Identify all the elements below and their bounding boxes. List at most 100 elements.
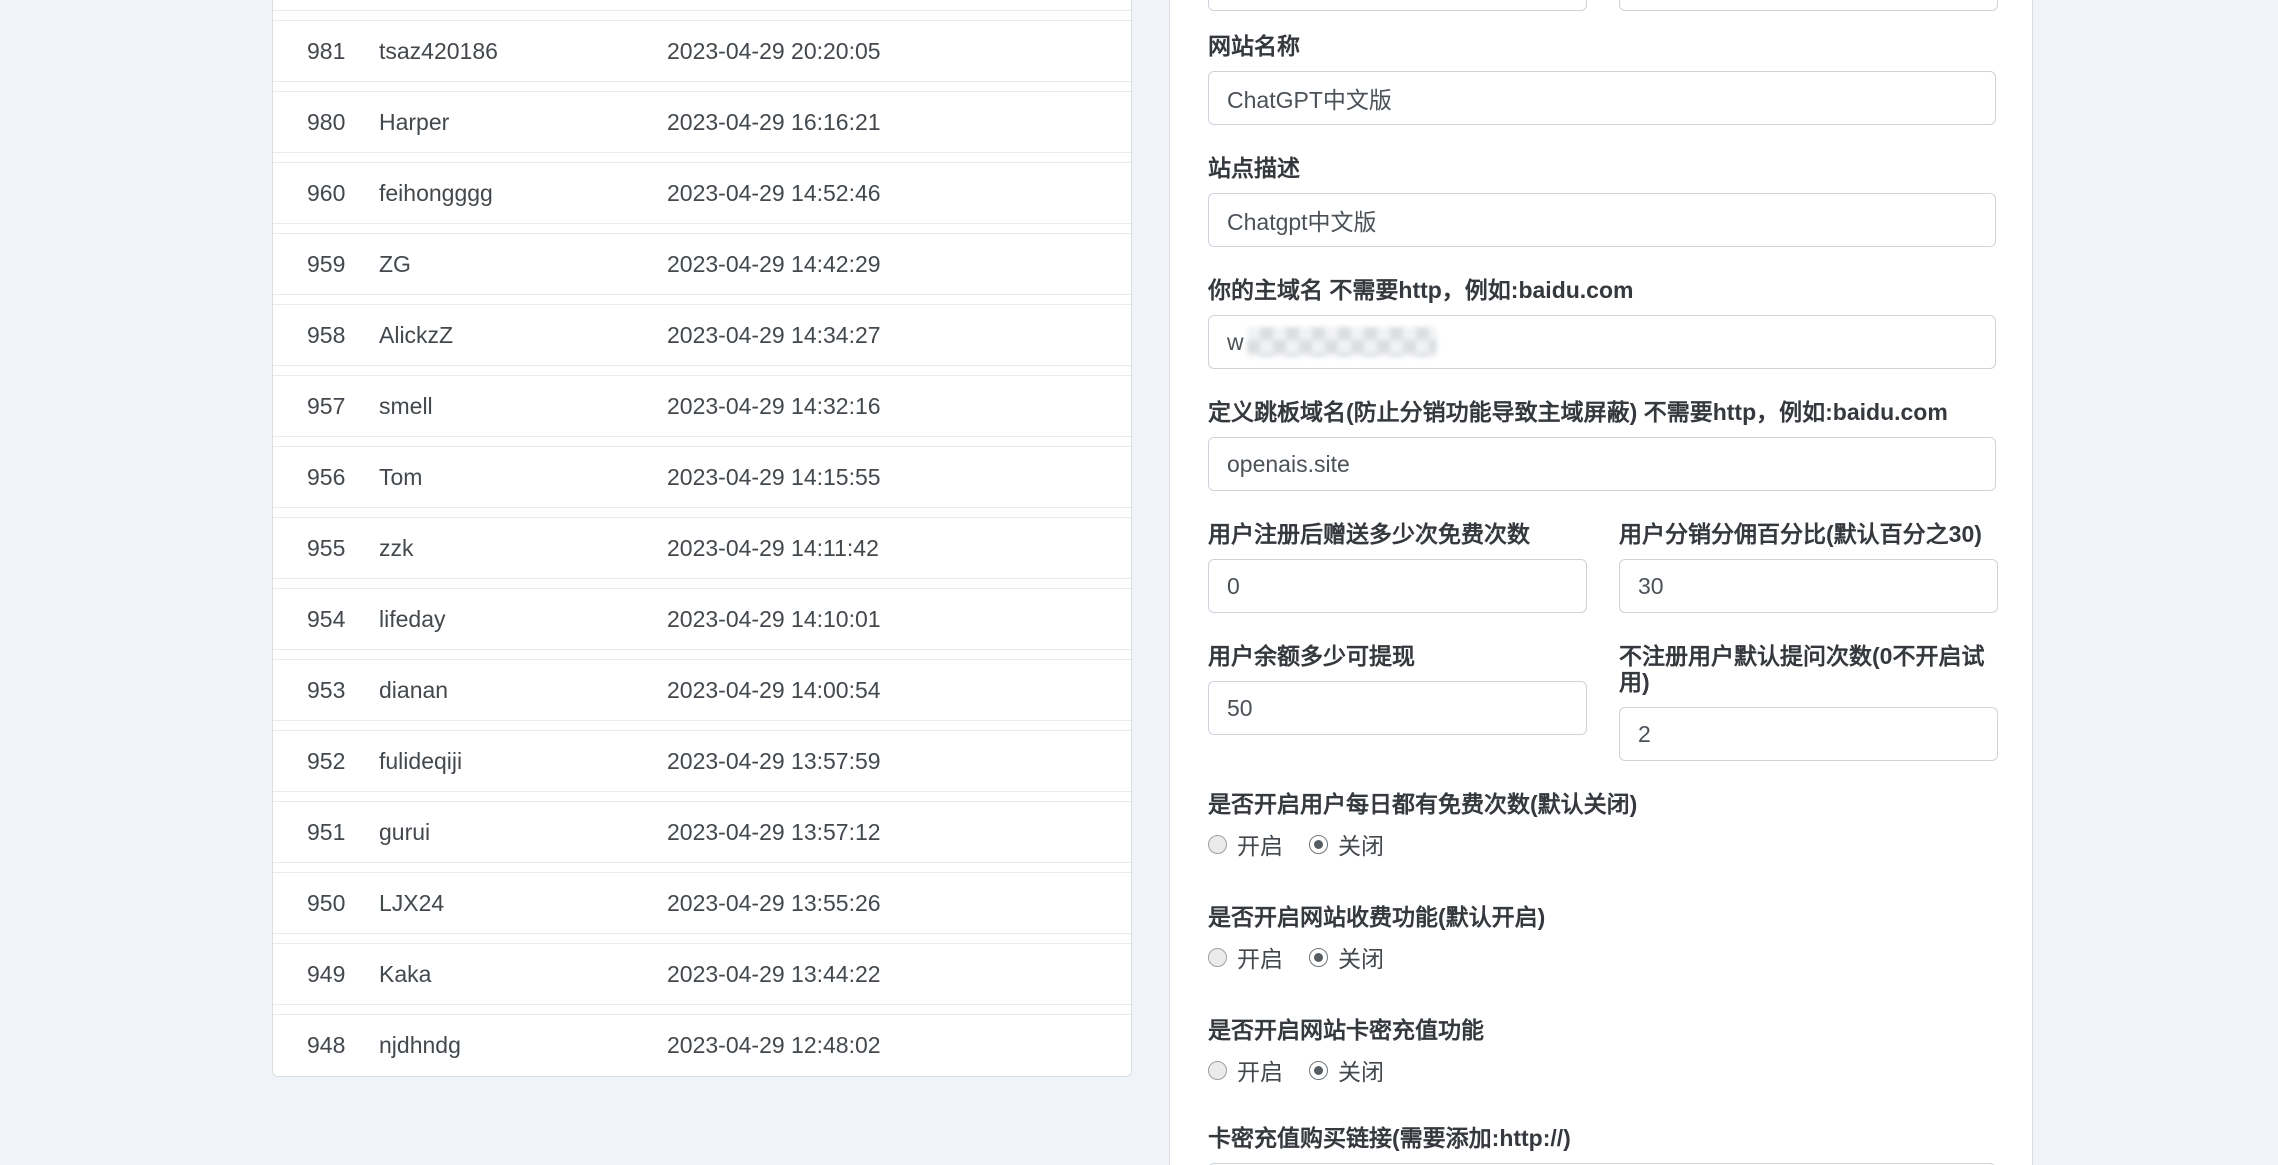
register-time-cell: 2023-04-29 14:10:01 (667, 606, 1131, 633)
site-desc-input[interactable] (1208, 193, 1996, 247)
card-recharge-radio-row: 开启 关闭 (1208, 1055, 1996, 1085)
site-name-label: 网站名称 (1208, 33, 1996, 59)
user-name-cell: Tom (379, 464, 667, 491)
user-id-cell: 953 (273, 677, 379, 704)
card-recharge-label: 是否开启网站卡密充值功能 (1208, 1017, 1996, 1043)
clipped-input-left[interactable] (1208, 0, 1587, 11)
site-charge-label: 是否开启网站收费功能(默认开启) (1208, 904, 1996, 930)
form-group-trial-times: 不注册用户默认提问次数(0不开启试用) (1619, 643, 1998, 761)
toggle-site-charge: 是否开启网站收费功能(默认开启) 开启 关闭 (1208, 904, 1996, 972)
user-name-cell: tsaz420186 (379, 38, 667, 65)
commission-input[interactable] (1619, 559, 1998, 613)
form-group-free-times: 用户注册后赠送多少次免费次数 (1208, 521, 1587, 613)
user-id-cell: 956 (273, 464, 379, 491)
radio-on-label: 开启 (1237, 1053, 1283, 1087)
daily-free-on-radio[interactable] (1208, 835, 1227, 854)
form-row-free-commission: 用户注册后赠送多少次免费次数 用户分销分佣百分比(默认百分之30) (1208, 521, 1996, 613)
withdraw-input[interactable] (1208, 681, 1587, 735)
register-time-cell: 2023-04-29 12:48:02 (667, 1032, 1131, 1059)
register-time-cell: 2023-04-29 14:11:42 (667, 535, 1131, 562)
commission-label: 用户分销分佣百分比(默认百分之30) (1619, 521, 1998, 547)
main-domain-input[interactable]: w (1208, 315, 1996, 369)
toggle-daily-free: 是否开启用户每日都有免费次数(默认关闭) 开启 关闭 (1208, 791, 1996, 859)
clipped-input-row (1208, 0, 1996, 11)
table-row: 960 feihongggg 2023-04-29 14:52:46 (273, 162, 1131, 224)
user-name-cell: njdhndg (379, 1032, 667, 1059)
free-times-input[interactable] (1208, 559, 1587, 613)
user-id-cell: 955 (273, 535, 379, 562)
site-name-input[interactable] (1208, 71, 1996, 125)
user-id-cell: 958 (273, 322, 379, 349)
table-row: 951 gurui 2023-04-29 13:57:12 (273, 801, 1131, 863)
clipped-input-right[interactable] (1619, 0, 1998, 11)
user-id-cell: 954 (273, 606, 379, 633)
register-time-cell: 2023-04-29 16:16:21 (667, 109, 1131, 136)
card-link-label: 卡密充值购买链接(需要添加:http://) (1208, 1125, 1996, 1151)
user-id-cell: 951 (273, 819, 379, 846)
user-name-cell: fulideqiji (379, 748, 667, 775)
user-name-cell: smell (379, 393, 667, 420)
free-times-label: 用户注册后赠送多少次免费次数 (1208, 521, 1587, 547)
user-name-cell: dianan (379, 677, 667, 704)
card-recharge-on-radio[interactable] (1208, 1061, 1227, 1080)
table-row: 958 AlickzZ 2023-04-29 14:34:27 (273, 304, 1131, 366)
jump-domain-input[interactable] (1208, 437, 1996, 491)
form-group-site-desc: 站点描述 (1208, 155, 1996, 247)
card-recharge-off-radio[interactable] (1309, 1061, 1328, 1080)
withdraw-label: 用户余额多少可提现 (1208, 643, 1587, 669)
form-group-commission: 用户分销分佣百分比(默认百分之30) (1619, 521, 1998, 613)
user-id-cell: 980 (273, 109, 379, 136)
register-time-cell: 2023-04-29 20:20:05 (667, 38, 1131, 65)
user-name-cell: AlickzZ (379, 322, 667, 349)
table-row: 948 njdhndg 2023-04-29 12:48:02 (273, 1014, 1131, 1076)
site-settings-card: 网站名称 站点描述 你的主域名 不需要http，例如:baidu.com w 定… (1169, 0, 2033, 1165)
user-name-cell: lifeday (379, 606, 667, 633)
user-id-cell: 960 (273, 180, 379, 207)
radio-on-label: 开启 (1237, 940, 1283, 974)
user-id-cell: 948 (273, 1032, 379, 1059)
user-name-cell: feihongggg (379, 180, 667, 207)
table-row: 981 tsaz420186 2023-04-29 20:20:05 (273, 20, 1131, 82)
daily-free-off-radio[interactable] (1309, 835, 1328, 854)
site-desc-label: 站点描述 (1208, 155, 1996, 181)
table-row: 980 Harper 2023-04-29 16:16:21 (273, 91, 1131, 153)
form-group-site-name: 网站名称 (1208, 33, 1996, 125)
user-name-cell: gurui (379, 819, 667, 846)
table-row: 953 dianan 2023-04-29 14:00:54 (273, 659, 1131, 721)
table-row: 952 fulideqiji 2023-04-29 13:57:59 (273, 730, 1131, 792)
toggle-card-recharge: 是否开启网站卡密充值功能 开启 关闭 (1208, 1017, 1996, 1085)
table-row: 954 lifeday 2023-04-29 14:10:01 (273, 588, 1131, 650)
daily-free-label: 是否开启用户每日都有免费次数(默认关闭) (1208, 791, 1996, 817)
register-time-cell: 2023-04-29 14:34:27 (667, 322, 1131, 349)
register-time-cell: 2023-04-29 14:52:46 (667, 180, 1131, 207)
register-time-cell: 2023-04-29 14:00:54 (667, 677, 1131, 704)
user-id-cell: 952 (273, 748, 379, 775)
user-name-cell: zzk (379, 535, 667, 562)
main-domain-label: 你的主域名 不需要http，例如:baidu.com (1208, 277, 1996, 303)
register-time-cell: 2023-04-29 13:44:22 (667, 961, 1131, 988)
trial-times-input[interactable] (1619, 707, 1998, 761)
user-name-cell: LJX24 (379, 890, 667, 917)
form-group-main-domain: 你的主域名 不需要http，例如:baidu.com w (1208, 277, 1996, 369)
register-time-cell: 2023-04-29 13:55:26 (667, 890, 1131, 917)
table-row-clipped (273, 0, 1131, 11)
users-table-card: 981 tsaz420186 2023-04-29 20:20:05 980 H… (272, 0, 1132, 1077)
user-id-cell: 949 (273, 961, 379, 988)
site-charge-on-radio[interactable] (1208, 948, 1227, 967)
site-charge-radio-row: 开启 关闭 (1208, 942, 1996, 972)
radio-off-label: 关闭 (1338, 940, 1384, 974)
main-domain-visible-text: w (1227, 329, 1244, 356)
table-row: 955 zzk 2023-04-29 14:11:42 (273, 517, 1131, 579)
register-time-cell: 2023-04-29 14:15:55 (667, 464, 1131, 491)
site-charge-off-radio[interactable] (1309, 948, 1328, 967)
table-row: 957 smell 2023-04-29 14:32:16 (273, 375, 1131, 437)
form-group-withdraw: 用户余额多少可提现 (1208, 643, 1587, 761)
table-row: 959 ZG 2023-04-29 14:42:29 (273, 233, 1131, 295)
register-time-cell: 2023-04-29 14:42:29 (667, 251, 1131, 278)
daily-free-radio-row: 开启 关闭 (1208, 829, 1996, 859)
register-time-cell: 2023-04-29 13:57:59 (667, 748, 1131, 775)
user-id-cell: 981 (273, 38, 379, 65)
censored-value-blur (1247, 327, 1437, 357)
radio-off-label: 关闭 (1338, 827, 1384, 861)
register-time-cell: 2023-04-29 13:57:12 (667, 819, 1131, 846)
